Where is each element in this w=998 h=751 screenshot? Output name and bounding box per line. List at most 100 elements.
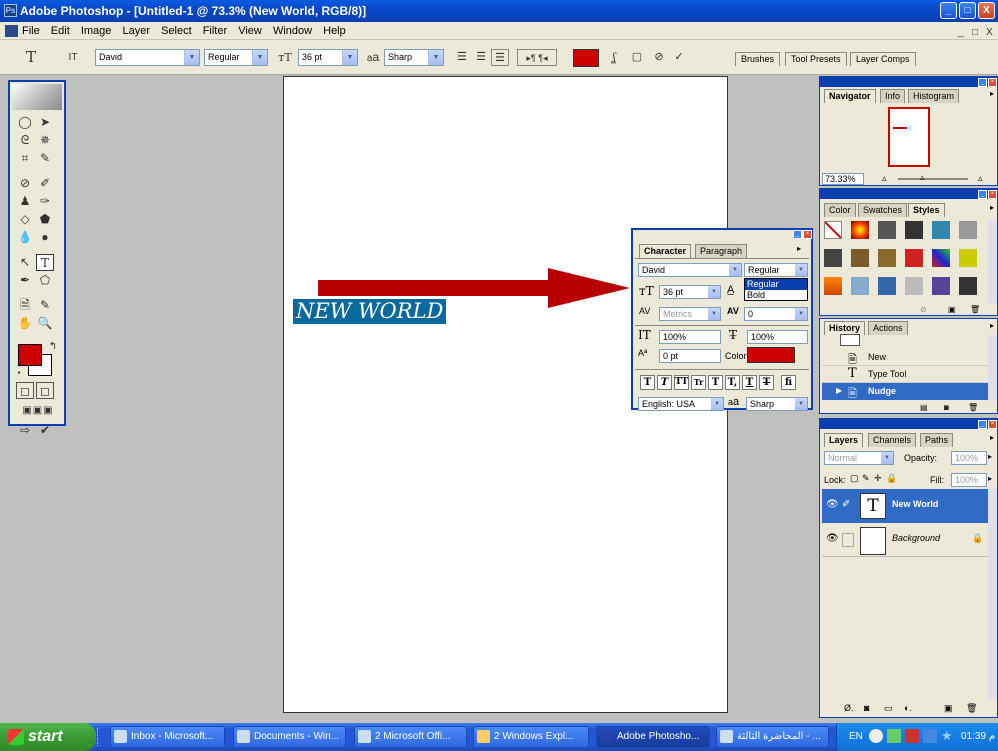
- history-item[interactable]: T Type Tool: [822, 366, 988, 383]
- minimize-button[interactable]: _: [978, 190, 987, 199]
- language-indicator[interactable]: EN: [849, 723, 863, 751]
- tab-channels[interactable]: Channels: [868, 433, 917, 447]
- minimize-button[interactable]: _: [940, 2, 957, 19]
- new-layer-icon[interactable]: ▣: [944, 703, 953, 714]
- tab-paragraph[interactable]: Paragraph: [695, 244, 748, 258]
- network-icon[interactable]: [923, 729, 937, 743]
- zoom-tool-icon[interactable]: 🔍: [36, 315, 54, 332]
- minimize-button[interactable]: _: [793, 230, 802, 239]
- start-button[interactable]: start: [0, 723, 96, 751]
- strikethrough-button[interactable]: T: [759, 375, 774, 390]
- move-tool-icon[interactable]: ➤: [36, 114, 54, 131]
- slice-tool-icon[interactable]: ✎: [36, 150, 54, 167]
- quick-mask-mode-icon[interactable]: ◻: [36, 382, 54, 399]
- font-family-field[interactable]: David ▼: [638, 263, 742, 277]
- style-swatch[interactable]: [932, 249, 950, 267]
- baseline-shift-field[interactable]: 0 pt: [659, 349, 721, 363]
- menu-layer[interactable]: Layer: [122, 22, 150, 40]
- type-tool-icon[interactable]: T: [22, 49, 40, 66]
- crop-tool-icon[interactable]: ⌗: [16, 150, 34, 167]
- menu-window[interactable]: Window: [273, 22, 312, 40]
- panel-menu-icon[interactable]: ▸: [797, 244, 801, 253]
- faux-bold-button[interactable]: T: [640, 375, 655, 390]
- dodge-tool-icon[interactable]: ●: [36, 229, 54, 246]
- style-swatch[interactable]: [851, 221, 869, 239]
- eyedropper-tool-icon[interactable]: ✎: [36, 297, 54, 314]
- shape-tool-icon[interactable]: ⬠: [36, 272, 54, 289]
- zoom-out-icon[interactable]: ▵: [882, 173, 887, 184]
- lasso-tool-icon[interactable]: ᘓ: [16, 132, 34, 149]
- zoom-slider-thumb[interactable]: ▵: [920, 172, 925, 183]
- style-option-bold[interactable]: Bold: [745, 290, 807, 301]
- lock-transparency-icon[interactable]: ▢: [850, 473, 859, 484]
- tab-swatches[interactable]: Swatches: [858, 203, 908, 217]
- opacity-slider-icon[interactable]: ▸: [988, 452, 992, 461]
- tab-layers[interactable]: Layers: [824, 433, 864, 447]
- tab-tool-presets[interactable]: Tool Presets: [785, 52, 847, 66]
- style-swatch[interactable]: [905, 249, 923, 267]
- superscript-button[interactable]: T: [708, 375, 723, 390]
- tab-actions[interactable]: Actions: [868, 321, 908, 335]
- text-direction-icon[interactable]: ▸¶ ¶◂: [517, 49, 557, 66]
- menu-view[interactable]: View: [238, 22, 262, 40]
- healing-brush-tool-icon[interactable]: ⊘: [16, 175, 34, 192]
- menu-image[interactable]: Image: [81, 22, 112, 40]
- foreground-color-swatch[interactable]: [18, 344, 42, 366]
- align-left-icon[interactable]: ☰: [453, 49, 471, 66]
- tab-character[interactable]: Character: [639, 244, 692, 258]
- align-right-icon[interactable]: ☰: [491, 49, 509, 66]
- default-colors-icon[interactable]: ▪: [10, 364, 28, 381]
- style-swatch[interactable]: [851, 249, 869, 267]
- warp-text-icon[interactable]: ʆ: [605, 49, 623, 66]
- snapshot-thumbnail[interactable]: [840, 334, 860, 346]
- tab-navigator[interactable]: Navigator: [824, 89, 876, 103]
- link-box[interactable]: [842, 533, 854, 547]
- tray-icon[interactable]: [887, 729, 901, 743]
- new-snapshot-icon[interactable]: ◙: [944, 403, 949, 412]
- tracking-field[interactable]: 0 ▼: [744, 307, 808, 321]
- layer-row-new-world[interactable]: 👁 ✐ T New World: [822, 489, 988, 523]
- magic-wand-tool-icon[interactable]: ✵: [36, 132, 54, 149]
- pen-tool-icon[interactable]: ✒: [16, 272, 34, 289]
- document-icon[interactable]: [5, 25, 18, 37]
- blend-mode-select[interactable]: Normal ▼: [824, 451, 894, 465]
- layers-scrollbar[interactable]: [988, 489, 997, 699]
- trash-icon[interactable]: 🗑: [970, 305, 980, 314]
- clone-stamp-tool-icon[interactable]: ♟: [16, 193, 34, 210]
- task-windows-explorer[interactable]: 2 Windows Expl...: [473, 726, 589, 748]
- style-swatch[interactable]: [905, 277, 923, 295]
- character-color-swatch[interactable]: [747, 347, 795, 363]
- anti-alias-select[interactable]: Sharp ▼: [384, 49, 444, 66]
- type-tool-icon[interactable]: T: [36, 254, 54, 271]
- fill-slider-icon[interactable]: ▸: [988, 474, 992, 483]
- history-brush-tool-icon[interactable]: ✑: [36, 193, 54, 210]
- navigator-thumbnail[interactable]: [888, 107, 930, 167]
- tab-styles[interactable]: Styles: [908, 203, 945, 217]
- style-swatch[interactable]: [905, 221, 923, 239]
- menu-file[interactable]: File: [22, 22, 40, 40]
- style-swatch[interactable]: [851, 277, 869, 295]
- cancel-icon[interactable]: ⊘: [650, 49, 668, 66]
- eye-icon[interactable]: 👁: [826, 499, 839, 510]
- tab-color[interactable]: Color: [824, 203, 856, 217]
- faux-italic-button[interactable]: T: [657, 375, 672, 390]
- new-document-from-state-icon[interactable]: ▤: [920, 403, 928, 412]
- panel-menu-icon[interactable]: ▸: [990, 89, 994, 98]
- font-family-select[interactable]: David ▼: [95, 49, 200, 66]
- style-swatch[interactable]: [932, 277, 950, 295]
- layer-row-background[interactable]: 👁 Background 🔒: [822, 523, 988, 557]
- eraser-tool-icon[interactable]: ◇: [16, 211, 34, 228]
- close-button[interactable]: ×: [988, 190, 997, 199]
- screen-mode-icons[interactable]: ▣▣▣: [12, 402, 64, 419]
- layer-style-icon[interactable]: Ø.: [844, 703, 854, 713]
- zoom-slider[interactable]: [898, 178, 968, 180]
- tray-icon[interactable]: [869, 729, 883, 743]
- swap-colors-icon[interactable]: ↰: [44, 338, 62, 355]
- language-field[interactable]: English: USA ▼: [638, 397, 724, 411]
- panel-menu-icon[interactable]: ▸: [990, 203, 994, 212]
- lock-image-icon[interactable]: ✎: [862, 473, 870, 484]
- marquee-tool-icon[interactable]: ◯: [16, 114, 34, 131]
- font-style-field[interactable]: Regular ▼: [744, 263, 808, 277]
- font-size-field[interactable]: 36 pt ▼: [659, 285, 721, 299]
- style-swatch[interactable]: [878, 249, 896, 267]
